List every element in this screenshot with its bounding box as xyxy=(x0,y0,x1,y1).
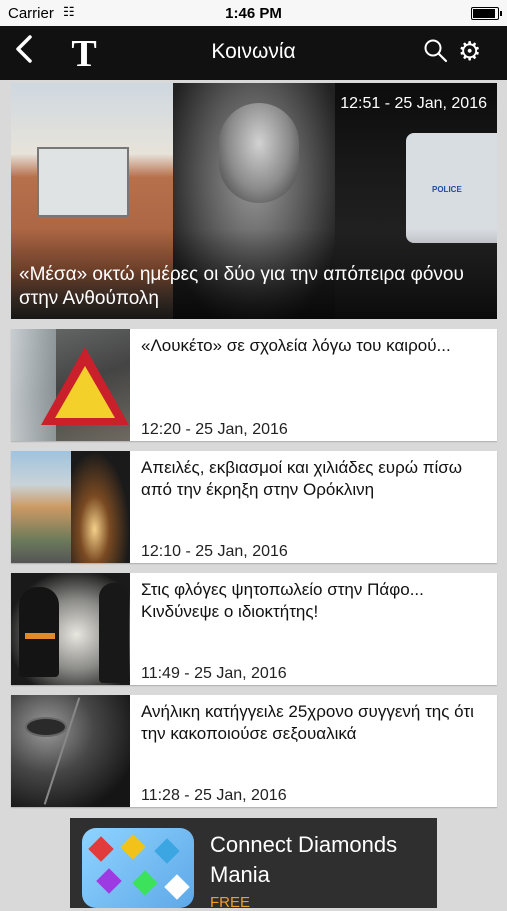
article-title: «Λουκέτο» σε σχολεία λόγω του καιρού... xyxy=(141,336,451,355)
article-title: Ανήλικη κατήγγειλε 25χρονο συγγενή της ό… xyxy=(141,702,474,743)
hero-article[interactable]: POLICE 12:51 - 25 Jan, 2016 «Μέσα» οκτώ … xyxy=(11,83,497,319)
battery-icon xyxy=(471,7,502,20)
article-time: 12:20 - 25 Jan, 2016 xyxy=(141,421,288,438)
article-thumbnail xyxy=(11,329,130,441)
settings-button[interactable]: ⚙ xyxy=(458,37,481,65)
status-time: 1:46 PM xyxy=(225,5,282,22)
gear-icon: ⚙ xyxy=(458,36,482,66)
article-card[interactable]: Στις φλόγες ψητοπωλείο στην Πάφο... Κινδ… xyxy=(11,573,497,685)
hero-time: 12:51 - 25 Jan, 2016 xyxy=(340,95,487,112)
article-title: Στις φλόγες ψητοπωλείο στην Πάφο... Κινδ… xyxy=(141,580,424,621)
hero-image-sign xyxy=(37,147,129,217)
article-title: Απειλές, εκβιασμοί και χιλιάδες ευρώ πίσ… xyxy=(141,458,463,499)
status-bar: Carrier ☷ 1:46 PM xyxy=(0,0,507,26)
article-time: 12:10 - 25 Jan, 2016 xyxy=(141,543,288,560)
article-time: 11:49 - 25 Jan, 2016 xyxy=(141,665,287,682)
ad-app-name: Connect Diamonds Mania xyxy=(210,832,398,887)
ad-app-icon xyxy=(82,828,194,908)
article-thumbnail xyxy=(11,573,130,685)
article-card[interactable]: Απειλές, εκβιασμοί και χιλιάδες ευρώ πίσ… xyxy=(11,451,497,563)
hero-headline: «Μέσα» οκτώ ημέρες οι δύο για την απόπει… xyxy=(19,264,464,309)
ad-price: FREE xyxy=(210,894,251,911)
search-button[interactable] xyxy=(423,38,449,64)
nav-bar: T Κοινωνία ⚙ xyxy=(0,26,507,80)
article-card[interactable]: Ανήλικη κατήγγειλε 25χρονο συγγενή της ό… xyxy=(11,695,497,807)
police-label: POLICE xyxy=(432,185,462,194)
article-thumbnail xyxy=(11,695,130,807)
search-icon xyxy=(424,39,448,63)
article-time: 11:28 - 25 Jan, 2016 xyxy=(141,787,287,804)
hero-image-face xyxy=(219,103,299,203)
ad-banner[interactable]: Connect Diamonds Mania FREE xyxy=(70,818,437,911)
article-thumbnail xyxy=(11,451,130,563)
article-card[interactable]: «Λουκέτο» σε σχολεία λόγω του καιρού... … xyxy=(11,329,497,441)
